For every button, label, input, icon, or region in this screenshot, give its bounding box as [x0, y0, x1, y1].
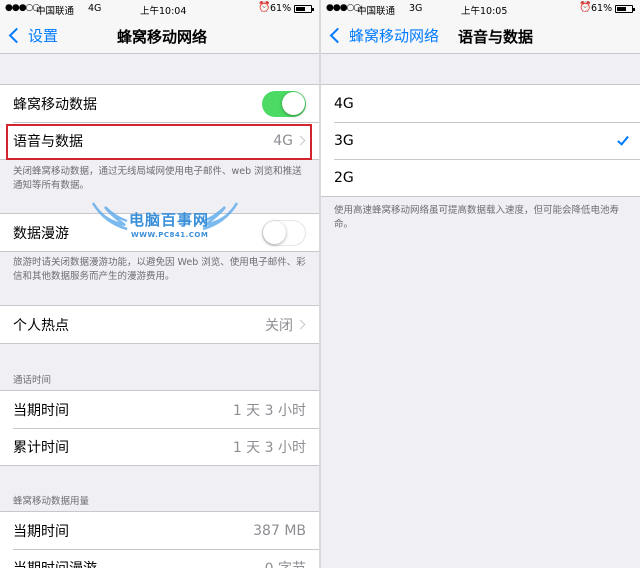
hotspot-row[interactable]: 个人热点 关闭 — [0, 306, 319, 343]
battery-percent: 61% — [591, 3, 613, 14]
row-label: 累计时间 — [13, 439, 69, 456]
signal-strength-icon: ●●●○○ — [5, 3, 40, 13]
table-row: 当期时间 1 天 3 小时 — [0, 391, 319, 428]
signal-strength-icon: ●●●○○ — [326, 3, 361, 13]
watermark-logo: 电脑百事网 WWW.PC841.COM — [85, 193, 245, 255]
row-label: 当期时间漫游 — [13, 558, 97, 568]
row-value: 1 天 3 小时 — [232, 439, 306, 456]
back-label: 设置 — [28, 27, 59, 45]
navigation-bar: 设置 蜂窝移动网络 — [0, 18, 319, 54]
cellular-footnote: 关闭蜂窝移动数据，通过无线局域网使用电子邮件、web 浏览和推送通知等所有数据。 — [13, 166, 302, 191]
checkmark-icon — [617, 133, 629, 146]
option-label: 2G — [334, 169, 354, 186]
watermark-title: 电脑百事网 — [129, 211, 210, 229]
battery-percent: 61% — [270, 3, 292, 14]
row-label: 当期时间 — [13, 402, 69, 419]
status-time: 上午10:04 — [140, 6, 187, 17]
option-label: 4G — [334, 95, 354, 112]
chevron-left-icon — [329, 27, 346, 44]
table-row: 当期时间 387 MB — [0, 512, 319, 549]
cellular-data-toggle[interactable] — [262, 90, 306, 117]
highlight-box — [6, 124, 312, 160]
back-button[interactable]: 蜂窝移动网络 — [329, 25, 439, 46]
roaming-label: 数据漫游 — [13, 225, 69, 242]
back-label: 蜂窝移动网络 — [349, 27, 440, 45]
call-time-group: 当期时间 1 天 3 小时 累计时间 1 天 3 小时 — [0, 390, 319, 466]
roaming-toggle[interactable] — [262, 219, 306, 246]
hotspot-group: 个人热点 关闭 — [0, 305, 319, 344]
table-row: 累计时间 1 天 3 小时 — [0, 428, 319, 465]
chevron-right-icon — [295, 319, 306, 330]
network-options-group: 4G 3G 2G — [321, 84, 640, 197]
hotspot-label: 个人热点 — [13, 317, 69, 334]
roaming-footnote: 旅游时请关闭数据漫游功能，以避免因 Web 浏览、使用电子邮件、彩信和其他数据服… — [13, 257, 306, 282]
option-label: 3G — [334, 132, 354, 149]
status-bar: ●●●○○ 中国联通 4G 上午10:04 ⏰ 61% — [0, 0, 319, 18]
network-type: 3G — [409, 3, 423, 14]
hotspot-value: 关闭 — [265, 317, 293, 334]
cellular-data-label: 蜂窝移动数据 — [13, 96, 97, 113]
table-row: 当期时间漫游 0 字节 — [0, 549, 319, 568]
row-label: 当期时间 — [13, 523, 69, 540]
chevron-left-icon — [8, 27, 25, 44]
option-2g[interactable]: 2G — [321, 159, 640, 196]
status-time: 上午10:05 — [461, 6, 508, 17]
battery-icon — [615, 5, 635, 13]
alarm-icon: ⏰ — [579, 2, 592, 13]
call-time-header: 通话时间 — [13, 375, 52, 386]
navigation-bar: 蜂窝移动网络 语音与数据 — [321, 18, 640, 54]
usage-group: 当期时间 387 MB 当期时间漫游 0 字节 — [0, 511, 319, 568]
voice-data-screen: ●●●○○ 中国联通 3G 上午10:05 ⏰ 61% 蜂窝移动网络 语音与数据… — [321, 0, 640, 568]
alarm-icon: ⏰ — [258, 2, 271, 13]
usage-header: 蜂窝移动数据用量 — [13, 496, 90, 507]
network-footnote: 使用高速蜂窝移动网络虽可提高数据载入速度，但可能会降低电池寿命。 — [334, 205, 620, 230]
option-3g[interactable]: 3G — [321, 122, 640, 159]
watermark-subtitle: WWW.PC841.COM — [131, 231, 209, 239]
row-value: 0 字节 — [265, 558, 306, 568]
battery-icon — [294, 5, 314, 13]
page-title: 语音与数据 — [458, 28, 534, 46]
back-button[interactable]: 设置 — [8, 25, 58, 46]
carrier-name: 中国联通 — [357, 6, 396, 17]
network-type: 4G — [88, 3, 102, 14]
cellular-data-row: 蜂窝移动数据 — [0, 85, 319, 122]
row-value: 387 MB — [253, 522, 306, 539]
status-bar: ●●●○○ 中国联通 3G 上午10:05 ⏰ 61% — [321, 0, 640, 18]
row-value: 1 天 3 小时 — [232, 402, 306, 419]
page-title: 蜂窝移动网络 — [117, 28, 208, 46]
carrier-name: 中国联通 — [36, 6, 75, 17]
option-4g[interactable]: 4G — [321, 85, 640, 122]
cellular-settings-screen: ●●●○○ 中国联通 4G 上午10:04 ⏰ 61% 设置 蜂窝移动网络 蜂窝… — [0, 0, 319, 568]
